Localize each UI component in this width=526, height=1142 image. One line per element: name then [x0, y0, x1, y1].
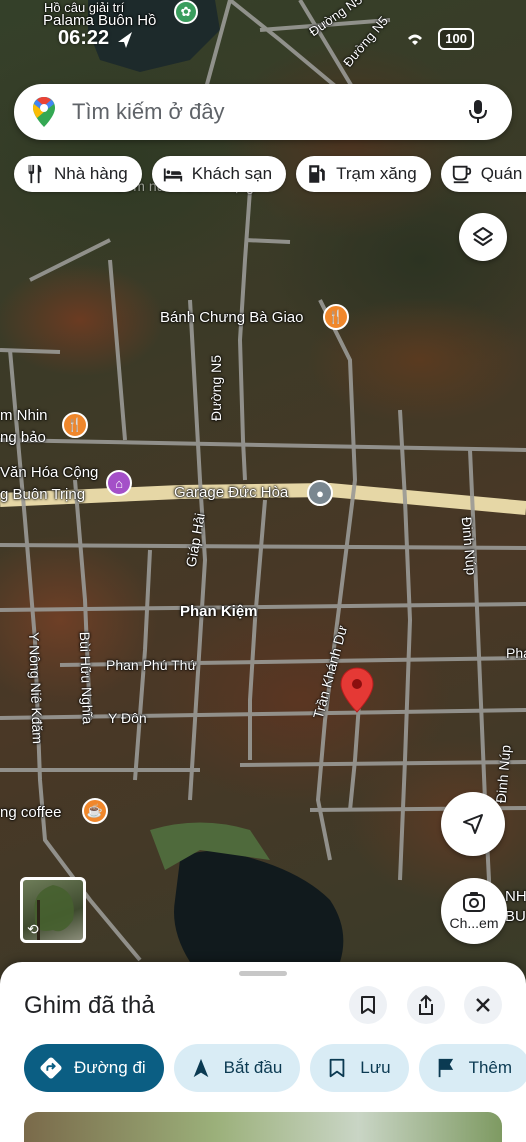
street-label: Đường N5 [208, 354, 225, 422]
place-label[interactable]: NH [505, 888, 526, 905]
status-time: 06:22 [58, 27, 110, 49]
restaurant-poi-icon[interactable]: 🍴 [323, 304, 349, 330]
wifi-icon [408, 34, 423, 45]
microphone-icon[interactable] [466, 98, 490, 126]
maps-logo-icon [33, 97, 55, 127]
place-photo[interactable] [24, 1112, 502, 1142]
bookmark-icon [361, 996, 375, 1014]
hotel-icon [163, 168, 182, 182]
search-bar[interactable]: Tìm kiếm ở đây [14, 84, 512, 140]
street-label: Pha [506, 645, 526, 661]
park-poi-icon[interactable]: ✿ [174, 0, 198, 24]
chip-label: Trạm xăng [336, 164, 417, 183]
garage-poi-icon[interactable]: ● [307, 480, 333, 506]
action-label: Thêm [468, 1058, 513, 1077]
sheet-title: Ghim đã thả [24, 992, 155, 1019]
place-label[interactable]: BU [505, 908, 526, 925]
flag-icon [438, 1058, 453, 1078]
lens-label: Ch...em [449, 915, 499, 931]
restaurant-icon [28, 164, 42, 184]
layers-button[interactable] [459, 213, 507, 261]
share-button[interactable] [407, 986, 445, 1024]
dropped-pin-icon [340, 667, 374, 713]
save-button[interactable]: Lưu [310, 1044, 409, 1092]
close-button[interactable] [464, 986, 502, 1024]
street-label: Phan Kiệm [180, 603, 258, 620]
museum-poi-icon[interactable]: ⌂ [106, 470, 132, 496]
action-label: Bắt đầu [223, 1058, 283, 1077]
chip-label: Nhà hàng [54, 164, 128, 183]
navigation-arrow-icon [463, 814, 483, 834]
chip-coffee[interactable]: Quán c [440, 156, 526, 192]
place-label[interactable]: Văn Hóa Cộng [0, 464, 98, 481]
lens-button[interactable]: Ch...em [441, 878, 507, 944]
navigation-arrow-icon [193, 1058, 209, 1078]
directions-button[interactable]: Đường đi [24, 1044, 164, 1092]
layers-icon [473, 227, 493, 246]
my-location-button[interactable] [441, 792, 505, 856]
place-label[interactable]: ng bảo [0, 429, 46, 446]
save-bookmark-button[interactable] [349, 986, 387, 1024]
chip-gas-stations[interactable]: Trạm xăng [296, 156, 431, 192]
chip-label: Quán c [480, 164, 526, 183]
chip-label: Khách sạn [191, 164, 273, 183]
street-label: Bùi Hữu Nghĩa [76, 631, 96, 725]
action-buttons-row: Đường đi Bắt đầu Lưu Thêm [24, 1044, 526, 1092]
bookmark-icon [329, 1058, 345, 1078]
chip-restaurants[interactable]: Nhà hàng [14, 156, 142, 192]
close-icon [476, 998, 490, 1012]
street-label: Y Đôn [108, 710, 147, 726]
gas-station-icon [309, 165, 325, 183]
street-view-thumbnail[interactable]: ⟲ [20, 877, 86, 943]
place-label-garage[interactable]: Garage Đức Hòa [174, 484, 288, 501]
place-label-coffee[interactable]: ng coffee [0, 804, 61, 821]
action-label: Đường đi [74, 1058, 146, 1077]
more-button[interactable]: Thêm [418, 1044, 526, 1092]
start-button[interactable]: Bắt đầu [173, 1044, 301, 1092]
place-bottom-sheet[interactable]: Ghim đã thả Đường đi Bắt đầu Lưu Thêm [0, 962, 526, 1142]
status-icons: 100 [404, 28, 474, 50]
coffee-poi-icon[interactable]: ☕ [82, 798, 108, 824]
camera-search-icon [463, 892, 485, 912]
sheet-drag-handle[interactable] [239, 971, 287, 976]
category-chips: Nhà hàng Khách sạn Trạm xăng Quán c [14, 156, 526, 192]
share-icon [419, 994, 433, 1015]
search-input[interactable]: Tìm kiếm ở đây [72, 99, 466, 125]
action-label: Lưu [360, 1058, 391, 1077]
battery-indicator: 100 [438, 28, 474, 50]
directions-icon [40, 1057, 62, 1079]
place-label[interactable]: g Buôn Trịng [0, 486, 85, 503]
chip-hotels[interactable]: Khách sạn [151, 156, 287, 192]
place-label[interactable]: m Nhin [0, 407, 48, 424]
rotate-360-icon: ⟲ [27, 921, 39, 937]
restaurant-poi-icon[interactable]: 🍴 [62, 412, 88, 438]
place-label-banh-chung[interactable]: Bánh Chưng Bà Giao [160, 309, 303, 326]
coffee-icon [452, 165, 471, 184]
street-label: Phan Phú Thứ [106, 657, 197, 673]
